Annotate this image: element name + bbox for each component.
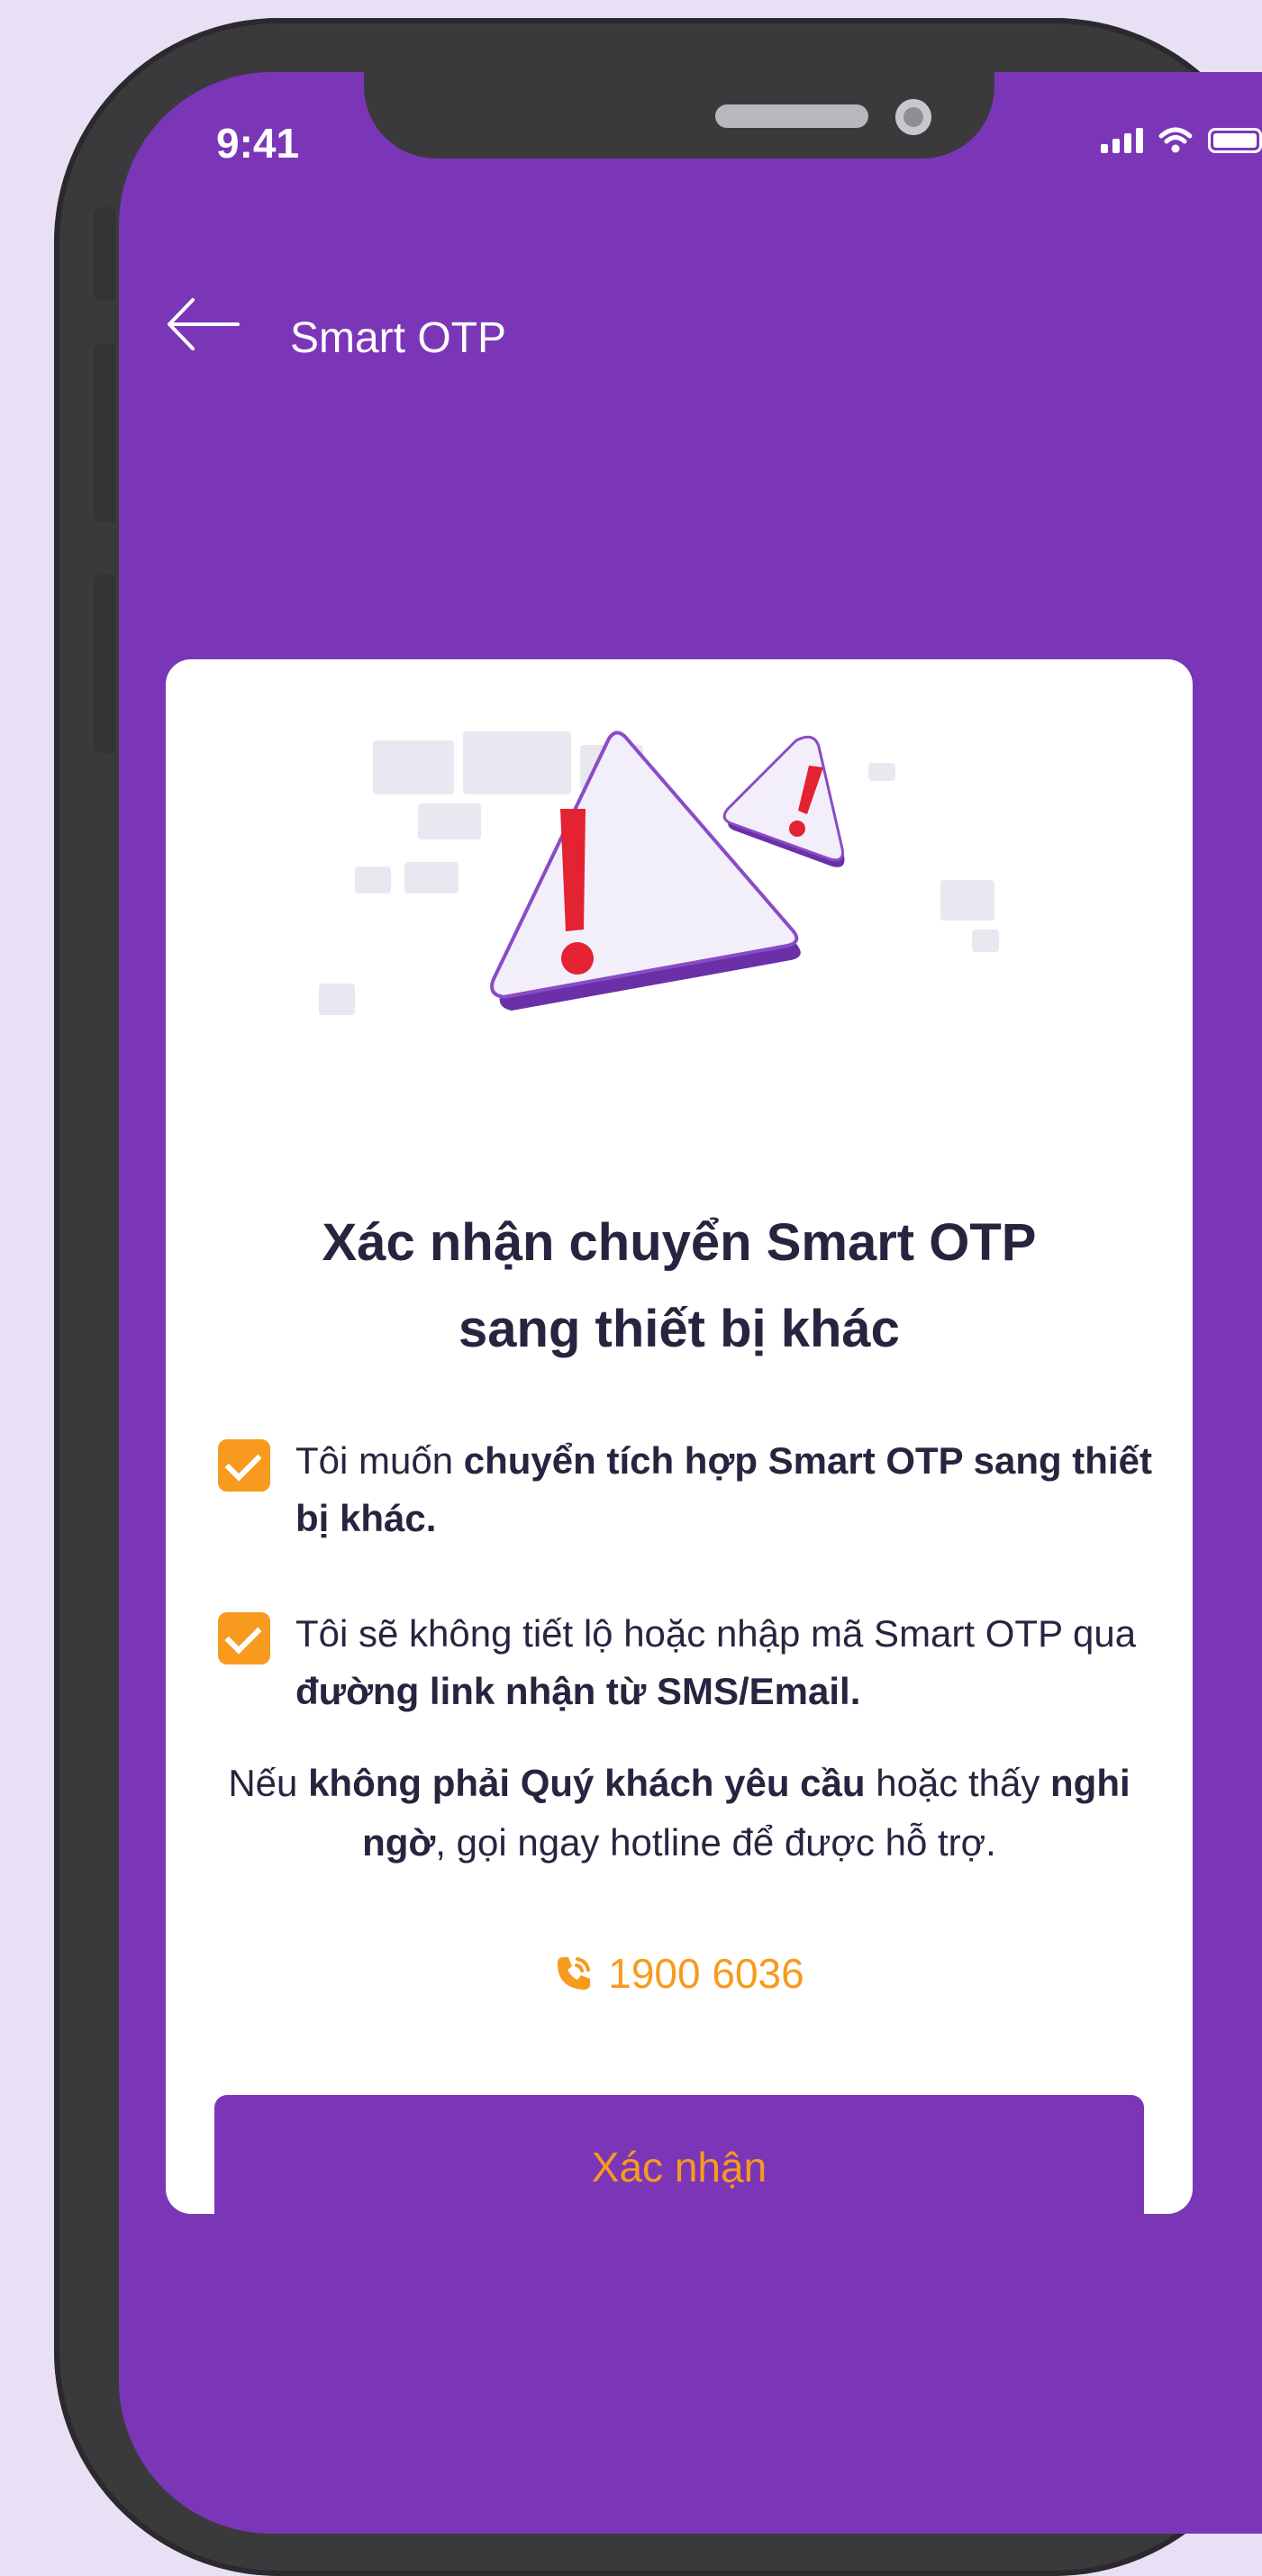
hotline-number: 1900 6036 (608, 1950, 804, 1997)
card-title-line: Xác nhận chuyển Smart OTP (322, 1213, 1037, 1272)
note-bold: không phải Quý khách yêu cầu (308, 1762, 866, 1804)
phone-call-icon (558, 1957, 591, 1990)
status-icons (1101, 126, 1262, 153)
consent-text: Tôi muốn chuyển tích hợp Smart OTP sang … (295, 1432, 1155, 1547)
status-time: 9:41 (216, 120, 300, 167)
warning-illustration (319, 730, 999, 1015)
consent-checkbox-row[interactable]: Tôi sẽ không tiết lộ hoặc nhập mã Smart … (218, 1605, 1155, 1720)
confirm-button[interactable]: Xác nhận (214, 2095, 1144, 2239)
app-screen: 9:41 Smart OTP Xác nhận chuyển Smart OTP… (119, 72, 1262, 2534)
note-text: hoặc thấy (865, 1762, 1051, 1804)
consent-checkbox-row[interactable]: Tôi muốn chuyển tích hợp Smart OTP sang … (218, 1432, 1155, 1547)
consent-text-plain: Tôi muốn (295, 1439, 464, 1482)
note-text: Nếu (228, 1762, 309, 1804)
signal-icon (1101, 128, 1143, 153)
checkbox-checked-icon[interactable] (218, 1439, 270, 1492)
speaker (715, 104, 868, 128)
warning-triangle-small-icon (722, 735, 845, 867)
consent-text: Tôi sẽ không tiết lộ hoặc nhập mã Smart … (295, 1605, 1155, 1720)
page-title: Smart OTP (289, 314, 507, 362)
wifi-icon (1158, 127, 1193, 153)
checkbox-checked-icon[interactable] (218, 1612, 270, 1664)
notch (364, 72, 994, 159)
hotline-link[interactable]: 1900 6036 (166, 1949, 1193, 1998)
consent-text-plain: Tôi sẽ không tiết lộ hoặc nhập mã Smart … (295, 1612, 1137, 1655)
note-text: , gọi ngay hotline để được hỗ trợ. (435, 1821, 996, 1864)
phone-side-button (94, 575, 115, 753)
phone-side-button (94, 207, 115, 301)
consent-text-bold: đường link nhận từ SMS/Email. (295, 1670, 861, 1712)
card-title: Xác nhận chuyển Smart OTP sang thiết bị … (166, 1200, 1193, 1373)
hotline-note: Nếu không phải Quý khách yêu cầu hoặc th… (202, 1754, 1157, 1873)
phone-side-button (94, 344, 115, 522)
battery-icon (1208, 128, 1262, 153)
card-title-line: sang thiết bị khác (458, 1300, 900, 1358)
front-camera (895, 99, 931, 135)
confirm-card: Xác nhận chuyển Smart OTP sang thiết bị … (166, 659, 1193, 2239)
